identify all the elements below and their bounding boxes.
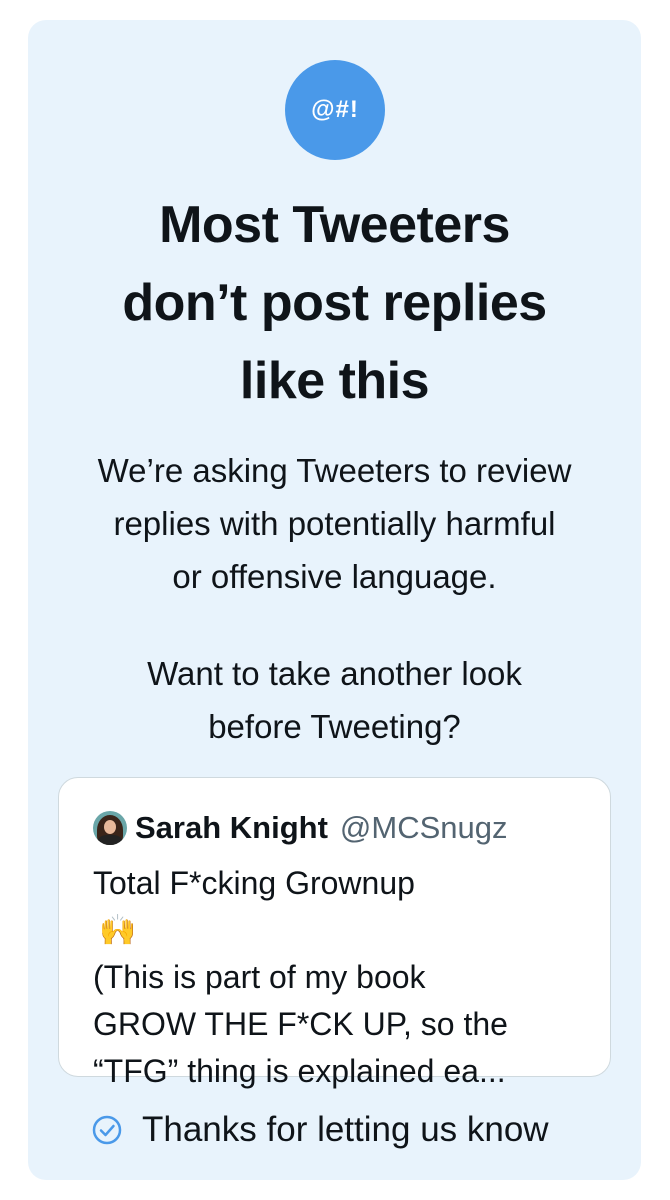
- prompt-question: Want to take another look before Tweetin…: [48, 647, 621, 753]
- check-circle-icon: [92, 1115, 122, 1145]
- prompt-title: Most Tweeters don’t post replies like th…: [48, 186, 621, 420]
- tweet-text-segment: Total F*cking Grownup: [93, 865, 415, 901]
- title-line: don’t post replies: [122, 274, 547, 332]
- raising-hands-emoji-icon: 🙌: [99, 914, 137, 947]
- description-line: We’re asking Tweeters to review: [97, 452, 572, 489]
- description-line: or offensive language.: [172, 558, 497, 595]
- quoted-tweet-header: Sarah Knight @MCSnugz: [93, 810, 508, 846]
- question-line: before Tweeting?: [208, 708, 461, 745]
- profanity-badge-icon: @#!: [285, 60, 385, 160]
- tweet-text-line: GROW THE F*CK UP, so the: [93, 1006, 508, 1042]
- author-handle[interactable]: @MCSnugz: [340, 810, 508, 846]
- avatar[interactable]: [93, 811, 127, 845]
- review-prompt-card: @#! Most Tweeters don’t post replies lik…: [28, 20, 641, 1180]
- description-line: replies with potentially harmful: [113, 505, 556, 542]
- prompt-description: We’re asking Tweeters to review replies …: [48, 444, 621, 603]
- title-line: Most Tweeters: [159, 196, 510, 254]
- question-line: Want to take another look: [147, 655, 522, 692]
- badge-symbol: @#!: [311, 96, 359, 123]
- tweet-text-line: Total F*cking Grownup 🙌: [93, 860, 593, 954]
- feedback-confirmation: Thanks for letting us know: [92, 1110, 549, 1150]
- title-line: like this: [239, 352, 430, 410]
- author-name[interactable]: Sarah Knight: [135, 810, 328, 846]
- quoted-tweet-text: Total F*cking Grownup 🙌 (This is part of …: [93, 860, 593, 1095]
- feedback-label: Thanks for letting us know: [142, 1110, 549, 1149]
- tweet-text-line: “TFG” thing is explained ea...: [93, 1053, 506, 1089]
- tweet-text-line: (This is part of my book: [93, 959, 426, 995]
- quoted-tweet-card[interactable]: Sarah Knight @MCSnugz Total F*cking Grow…: [58, 777, 611, 1089]
